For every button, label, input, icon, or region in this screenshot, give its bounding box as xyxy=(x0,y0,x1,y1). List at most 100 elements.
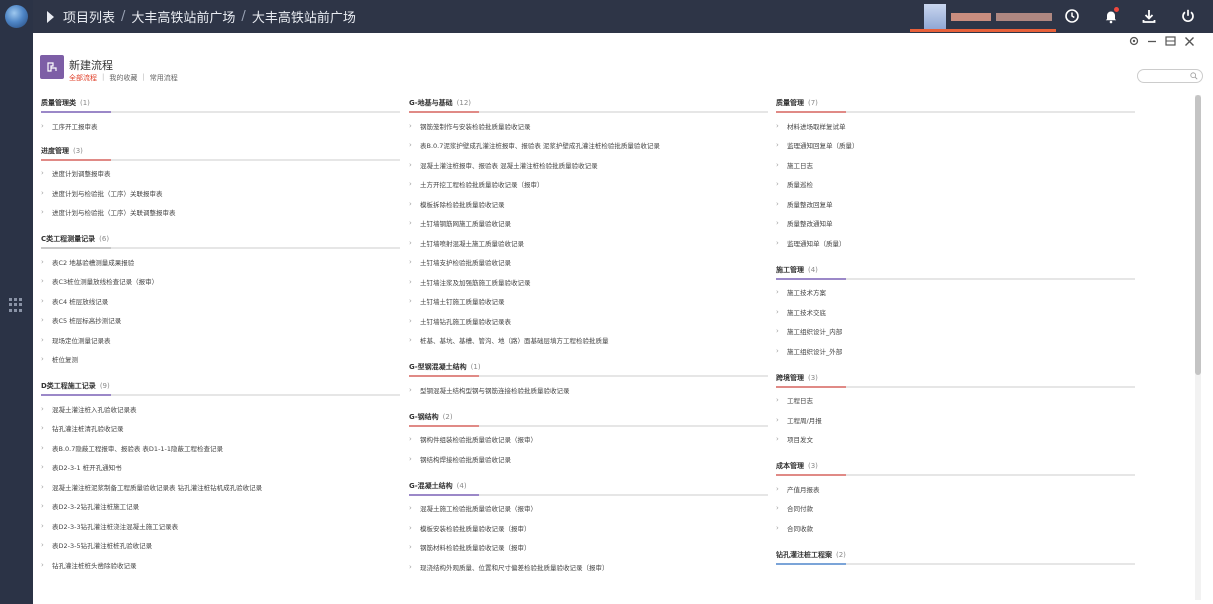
flow-item[interactable]: › 监理通知单（质量） xyxy=(776,233,1136,253)
flow-item[interactable]: › 施工组织设计_内部 xyxy=(776,322,1136,342)
flow-item[interactable]: › 表B.0.7泥浆护壁成孔灌注桩报审、报验表 泥浆护壁成孔灌注桩检验批质量验收记… xyxy=(409,136,769,156)
flow-item[interactable]: › 钢筋笼制作与安装检验批质量验收记录 xyxy=(409,116,769,136)
flow-item[interactable]: › 桩基、基坑、基槽、管沟、地（路）面基础层填方工程检验批质量 xyxy=(409,331,769,351)
app-logo[interactable] xyxy=(5,5,28,28)
download-icon[interactable] xyxy=(1140,7,1158,25)
flow-group: G-地基与基础 (12) › 钢筋笼制作与安装检验批质量验收记录 › 表B.0.7泥浆护壁… xyxy=(409,98,769,350)
tab-my-favorites[interactable]: 我的收藏 xyxy=(109,73,137,83)
flow-group-divider xyxy=(409,493,768,496)
flow-item[interactable]: › 材料进场取样复试单 xyxy=(776,116,1136,136)
chevron-right-icon: › xyxy=(409,435,412,444)
flow-group-name: 跨境管理 xyxy=(776,373,804,382)
flow-item[interactable]: › 表D2-3-1 桩开孔通知书 xyxy=(41,458,401,478)
flow-item[interactable]: › 土钉墙土钉施工质量验收记录 xyxy=(409,292,769,312)
flow-group-title: C类工程测量记录 (6) xyxy=(41,234,401,245)
flow-item[interactable]: › 施工组织设计_外部 xyxy=(776,341,1136,361)
flow-item[interactable]: › 表B.0.7隐蔽工程报审、报验表 表D1-1-1隐蔽工程检查记录 xyxy=(41,438,401,458)
chevron-right-icon: › xyxy=(41,463,44,472)
chevron-right-icon: › xyxy=(776,160,779,169)
flow-item[interactable]: › 模板拆除检验批质量验收记录 xyxy=(409,194,769,214)
flow-item[interactable]: › 监理通知回复单（质量） xyxy=(776,136,1136,156)
scrollbar-thumb[interactable] xyxy=(1195,95,1201,375)
flow-group-name: 质量管理 xyxy=(776,99,804,107)
breadcrumb-separator: / xyxy=(241,9,246,24)
flow-item[interactable]: › 施工技术交底 xyxy=(776,302,1136,322)
flow-item[interactable]: › 钻孔灌注桩清孔验收记录 xyxy=(41,419,401,439)
flow-group-accent xyxy=(409,424,479,427)
flow-item[interactable]: › 现场定位测量记录表 xyxy=(41,330,401,350)
breadcrumb-item-project[interactable]: 大丰高铁站前广场 xyxy=(131,7,235,26)
flow-item[interactable]: › 土方开挖工程检验批质量验收记录（报审） xyxy=(409,175,769,195)
flow-item[interactable]: › 进度计划与检验批（工序）关联调整报审表 xyxy=(41,203,401,223)
clock-icon[interactable] xyxy=(1063,7,1081,25)
flow-group-count: (3) xyxy=(808,373,818,382)
user-menu[interactable] xyxy=(910,4,1056,32)
flow-item[interactable]: › 混凝土施工检验批质量验收记录（报审） xyxy=(409,499,769,519)
flow-item[interactable]: › 混凝土灌注桩泥浆制备工程质量验收记录表 钻孔灌注桩钻机成孔验收记录 xyxy=(41,477,401,497)
scrollbar[interactable] xyxy=(1195,95,1201,600)
flow-item[interactable]: › 土钉墙注浆及加强筋施工质量验收记录 xyxy=(409,272,769,292)
flow-item[interactable]: › 钢筋材料检验批质量验收记录（报审） xyxy=(409,538,769,558)
flow-item[interactable]: › 混凝土灌注桩报审、报验表 混凝土灌注桩检验批质量验收记录 xyxy=(409,155,769,175)
settings-icon[interactable] xyxy=(1128,35,1140,47)
flow-item[interactable]: › 土钉墙钻孔施工质量验收记录表 xyxy=(409,311,769,331)
flow-item[interactable]: › 施工日志 xyxy=(776,155,1136,175)
flow-item[interactable]: › 进度计划调整报审表 xyxy=(41,164,401,184)
flow-item[interactable]: › 钢构件组装检验批质量验收记录（报审） xyxy=(409,430,769,450)
flow-item[interactable]: › 表C5 桩层标高抄测记录 xyxy=(41,311,401,331)
flow-group: 进度管理 (3) › 进度计划调整报审表 › 进度计划与检验批（工序）关联报审表 › 进度计划… xyxy=(41,146,401,223)
flow-item[interactable]: › 表D2-3-5钻孔灌注桩桩孔验收记录 xyxy=(41,536,401,556)
flow-item[interactable]: › 表C3桩位测量放线检查记录（报审） xyxy=(41,272,401,292)
flow-item[interactable]: › 土钉墙钢筋网施工质量验收记录 xyxy=(409,214,769,234)
bell-icon[interactable] xyxy=(1102,7,1120,25)
restore-icon[interactable] xyxy=(1165,35,1176,47)
flow-group-accent xyxy=(409,111,479,113)
flow-item[interactable]: › 工序开工报审表 xyxy=(41,116,401,136)
flow-item[interactable]: › 工程周/月报 xyxy=(776,410,1136,430)
flow-item[interactable]: › 钻孔灌注桩桩头凿除验收记录 xyxy=(41,555,401,575)
tab-common-flows[interactable]: 常用流程 xyxy=(150,73,178,83)
flow-item[interactable]: › 项目发文 xyxy=(776,430,1136,450)
apps-grid-icon[interactable] xyxy=(9,298,23,312)
close-icon[interactable] xyxy=(1184,35,1195,47)
breadcrumb-item-project-list[interactable]: 项目列表 xyxy=(63,7,115,26)
flow-item[interactable]: › 土钉墙支护检验批质量验收记录 xyxy=(409,253,769,273)
tab-all-flows[interactable]: 全部流程 xyxy=(69,73,97,83)
flow-item[interactable]: › 质量巡检 xyxy=(776,175,1136,195)
flow-item[interactable]: › 质量整改通知单 xyxy=(776,214,1136,234)
flow-group-divider xyxy=(776,562,1135,565)
flow-item[interactable]: › 模板安装检验批质量验收记录（报审） xyxy=(409,518,769,538)
flow-item[interactable]: › 钢结构焊接检验批质量验收记录 xyxy=(409,449,769,469)
flow-item[interactable]: › 型钢混凝土结构型钢与钢筋连接检验批质量验收记录 xyxy=(409,380,769,400)
breadcrumb-toggle-icon[interactable] xyxy=(47,10,54,23)
flow-group-divider xyxy=(776,474,1135,476)
flow-item-label: 质量巡检 xyxy=(787,181,813,190)
flow-group-title: 质量管理 (7) xyxy=(776,98,1136,109)
minimize-icon[interactable] xyxy=(1147,35,1157,47)
flow-item[interactable]: › 合同付款 xyxy=(776,499,1136,519)
flow-item[interactable]: › 现浇结构外观质量、位置和尺寸偏差检验批质量验收记录（报审） xyxy=(409,557,769,577)
search-input[interactable] xyxy=(1137,69,1203,83)
flow-item[interactable]: › 合同收款 xyxy=(776,518,1136,538)
flow-item[interactable]: › 混凝土灌注桩入孔验收记录表 xyxy=(41,399,401,419)
flow-group: 质量管理 (7) › 材料进场取样复试单 › 监理通知回复单（质量） › 施工日志 › 质量巡检 ›… xyxy=(776,98,1136,253)
flow-item[interactable]: › 表C2 地基验槽测量成果报验 xyxy=(41,252,401,272)
power-icon[interactable] xyxy=(1179,7,1197,25)
search-icon[interactable] xyxy=(1190,72,1198,80)
flow-item-label: 合同收款 xyxy=(787,524,813,533)
chevron-right-icon: › xyxy=(409,277,412,286)
flow-item[interactable]: › 产值月报表 xyxy=(776,479,1136,499)
chevron-right-icon: › xyxy=(776,484,779,493)
flow-item-label: 桩位复测 xyxy=(52,356,78,365)
flow-item[interactable]: › 表D2-3-3钻孔灌注桩浇注混凝土施工记录表 xyxy=(41,516,401,536)
flow-item[interactable]: › 质量整改回复单 xyxy=(776,194,1136,214)
flow-item[interactable]: › 施工技术方案 xyxy=(776,283,1136,303)
flow-group: 跨境管理 (3) › 工程日志 › 工程周/月报 › 项目发文 xyxy=(776,373,1136,450)
flow-item[interactable]: › 土钉墙喷射混凝土施工质量验收记录 xyxy=(409,233,769,253)
flow-item[interactable]: › 表C4 桩层放线记录 xyxy=(41,291,401,311)
chevron-right-icon: › xyxy=(41,257,44,266)
flow-item[interactable]: › 桩位复测 xyxy=(41,350,401,370)
flow-item[interactable]: › 表D2-3-2钻孔灌注桩施工记录 xyxy=(41,497,401,517)
flow-item[interactable]: › 工程日志 xyxy=(776,391,1136,411)
flow-item[interactable]: › 进度计划与检验批（工序）关联报审表 xyxy=(41,183,401,203)
